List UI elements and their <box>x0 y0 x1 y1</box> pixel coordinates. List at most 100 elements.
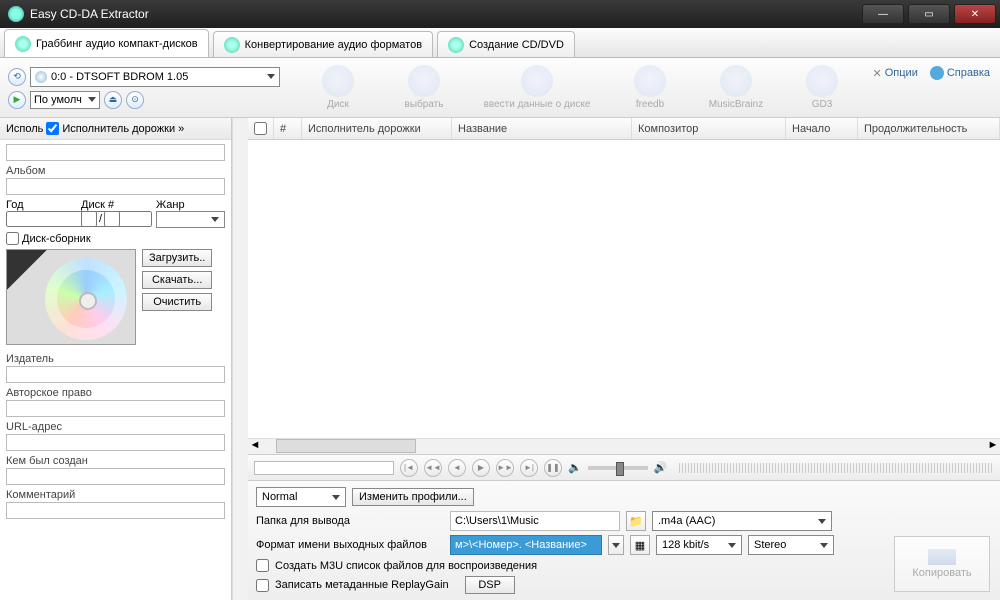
rewind-button[interactable]: ◄◄ <box>424 459 442 477</box>
filename-format-input[interactable]: м>\<Номер>. <Название> <box>450 535 602 555</box>
comment-input[interactable] <box>6 502 225 519</box>
volume-icon: 🔊 <box>654 461 668 474</box>
chevron-down-icon <box>211 217 219 222</box>
btn-label: выбрать <box>405 99 444 110</box>
profile-combo[interactable]: Normal <box>256 487 346 507</box>
gd3-button[interactable]: GD3 <box>784 65 860 110</box>
change-profiles-button[interactable]: Изменить профили... <box>352 488 474 506</box>
col-artist[interactable]: Исполнитель дорожки <box>302 118 452 139</box>
left-scrollbar[interactable] <box>232 118 248 600</box>
output-folder-value: C:\Users\1\Music <box>455 515 539 527</box>
copyright-input[interactable] <box>6 400 225 417</box>
dsp-button[interactable]: DSP <box>465 576 515 594</box>
main-tabs: Граббинг аудио компакт-дисков Конвертиро… <box>0 28 1000 58</box>
col-composer[interactable]: Композитор <box>632 118 786 139</box>
drive-select[interactable]: 0:0 - DTSOFT BDROM 1.05 <box>30 67 280 87</box>
btn-label: MusicBrainz <box>709 99 763 110</box>
tab-label: Граббинг аудио компакт-дисков <box>36 38 198 50</box>
copy-label: Копировать <box>912 567 971 579</box>
play-button[interactable]: ▶ <box>8 91 26 109</box>
track-list[interactable] <box>248 140 1000 438</box>
compilation-check[interactable] <box>6 232 19 245</box>
publisher-input[interactable] <box>6 366 225 383</box>
refresh-button[interactable]: ⟲ <box>8 68 26 86</box>
replaygain-check[interactable] <box>256 579 269 592</box>
h-scrollbar[interactable]: ◄► <box>248 438 1000 454</box>
minimize-button[interactable]: — <box>862 4 904 24</box>
channels-select[interactable]: Stereo <box>748 535 834 555</box>
select-icon <box>408 65 440 97</box>
meter <box>679 463 994 473</box>
maximize-button[interactable]: ▭ <box>908 4 950 24</box>
m3u-check[interactable] <box>256 559 269 572</box>
bitrate-select[interactable]: 128 kbit/s <box>656 535 742 555</box>
chevron-down-icon <box>612 543 620 548</box>
album-art[interactable] <box>6 249 136 345</box>
gd3-icon <box>806 65 838 97</box>
help-link[interactable]: Справка <box>930 66 990 80</box>
prev-track-button[interactable]: |◄ <box>400 459 418 477</box>
chevron-down-icon <box>332 495 340 500</box>
clear-art-button[interactable]: Очистить <box>142 293 212 311</box>
options-link[interactable]: ✕Опции <box>873 67 918 80</box>
btn-label: ввести данные о диске <box>484 99 591 110</box>
output-folder-input[interactable]: C:\Users\1\Music <box>450 511 620 531</box>
play-button[interactable]: ▶ <box>472 459 490 477</box>
progress-bar[interactable] <box>254 461 394 475</box>
select-button[interactable]: выбрать <box>386 65 462 110</box>
filename-fmt-label: Формат имени выходных файлов <box>256 539 444 551</box>
year-label: Год <box>6 199 24 211</box>
col-num[interactable]: # <box>274 118 302 139</box>
profile-value: Normal <box>262 491 297 503</box>
format-value: .m4a (AAC) <box>658 515 715 527</box>
track-artist-check[interactable] <box>46 122 59 135</box>
browse-folder-button[interactable]: 📁 <box>626 511 646 531</box>
next-track-button[interactable]: ►| <box>520 459 538 477</box>
chevron-down-icon <box>818 519 826 524</box>
album-input[interactable] <box>6 178 225 195</box>
freedb-button[interactable]: freedb <box>612 65 688 110</box>
edit-icon <box>521 65 553 97</box>
output-panel: Normal Изменить профили... Папка для выв… <box>248 480 1000 600</box>
options-label: Опции <box>885 67 918 79</box>
pause-button[interactable]: ❚❚ <box>544 459 562 477</box>
musicbrainz-button[interactable]: MusicBrainz <box>698 65 774 110</box>
copy-button[interactable]: Копировать <box>894 536 990 592</box>
tab-create[interactable]: Создание CD/DVD <box>437 31 575 57</box>
col-title[interactable]: Название <box>452 118 632 139</box>
close-button[interactable]: ✕ <box>954 4 996 24</box>
disc-total-input[interactable] <box>104 211 120 227</box>
tab-convert[interactable]: Конвертирование аудио форматов <box>213 31 433 57</box>
format-select[interactable]: .m4a (AAC) <box>652 511 832 531</box>
profile-select[interactable]: По умолч <box>30 91 100 109</box>
disc-input[interactable] <box>81 211 97 227</box>
select-all-check[interactable] <box>254 122 267 135</box>
col-duration[interactable]: Продолжительность <box>858 118 1000 139</box>
mute-icon[interactable]: 🔈 <box>568 461 582 474</box>
enter-data-button[interactable]: ввести данные о диске <box>472 65 602 110</box>
download-art-button[interactable]: Скачать... <box>142 271 212 289</box>
genre-select[interactable] <box>156 211 225 228</box>
publisher-label: Издатель <box>6 353 225 365</box>
help-icon <box>930 66 944 80</box>
url-input[interactable] <box>6 434 225 451</box>
app-icon <box>8 6 24 22</box>
volume-slider[interactable] <box>588 466 648 470</box>
replaygain-label: Записать метаданные ReplayGain <box>275 579 449 591</box>
tab-grabbing[interactable]: Граббинг аудио компакт-дисков <box>4 29 209 57</box>
fwd-button[interactable]: ►► <box>496 459 514 477</box>
eject-button[interactable]: ⏏ <box>104 91 122 109</box>
artist-input[interactable] <box>6 144 225 161</box>
load-art-button[interactable]: Загрузить.. <box>142 249 212 267</box>
disc-button[interactable]: Диск <box>300 65 376 110</box>
col-start[interactable]: Начало <box>786 118 858 139</box>
close-tray-button[interactable]: ⊙ <box>126 91 144 109</box>
back-button[interactable]: ◄ <box>448 459 466 477</box>
encoded-input[interactable] <box>6 468 225 485</box>
fmt-dropdown[interactable] <box>608 535 624 555</box>
fmt-edit-button[interactable]: ▦ <box>630 535 650 555</box>
tab-label: Конвертирование аудио форматов <box>245 39 422 51</box>
help-label: Справка <box>947 67 990 79</box>
musicbrainz-icon <box>720 65 752 97</box>
player-bar: |◄ ◄◄ ◄ ▶ ►► ►| ❚❚ 🔈 🔊 <box>248 454 1000 480</box>
